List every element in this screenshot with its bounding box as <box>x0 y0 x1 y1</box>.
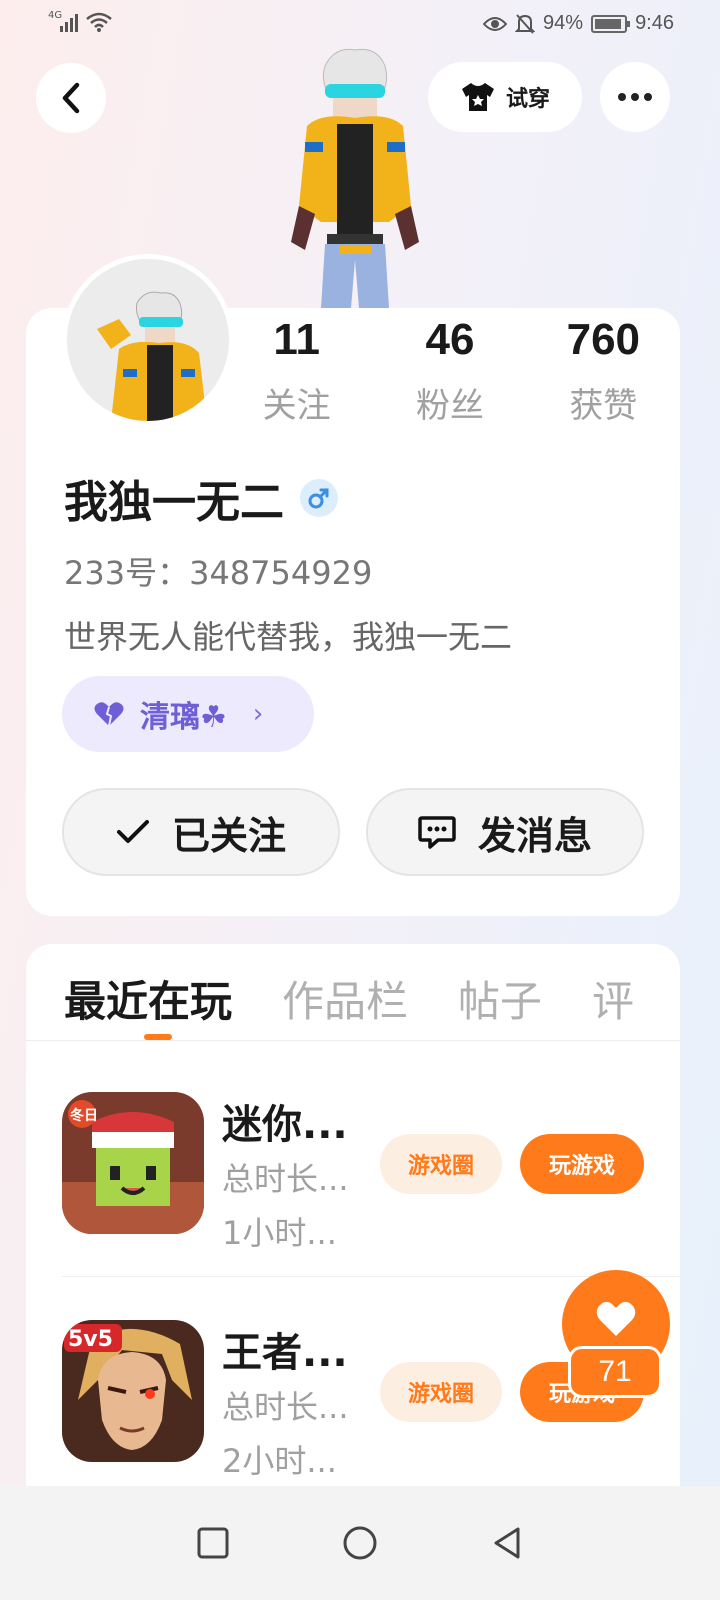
like-count-badge: 71 <box>568 1346 662 1398</box>
game-name: 迷你... <box>222 1102 348 1148</box>
tab-works[interactable]: 作品栏 <box>282 968 408 1029</box>
username-row: 我独一无二 <box>64 466 338 530</box>
signal-icon <box>60 12 78 32</box>
home-icon[interactable] <box>342 1525 378 1561</box>
tab-reviews[interactable]: 评 <box>592 968 634 1029</box>
status-bar: 4G 94% 9:46 <box>0 0 720 48</box>
likes-stat[interactable]: 760 获赞 <box>527 316 680 427</box>
game-list-item[interactable]: 冬日 迷你... 总时长... 1小时... 游戏圈 玩游戏 <box>62 1092 680 1272</box>
try-on-button[interactable]: 试穿 <box>428 62 582 132</box>
fans-label: 粉丝 <box>415 386 484 426</box>
bio: 世界无人能代替我，我独一无二 <box>64 618 513 656</box>
more-dots-icon <box>618 93 626 101</box>
game-circle-button[interactable]: 游戏圈 <box>380 1134 502 1194</box>
group-tag-label: 清璃☘ <box>140 700 227 735</box>
game-icon-honor-of-kings[interactable]: 5v5 <box>62 1320 204 1462</box>
tab-recently-played[interactable]: 最近在玩 <box>64 968 232 1029</box>
likes-label: 获赞 <box>569 386 638 426</box>
game-name: 王者... <box>222 1330 348 1376</box>
back-triangle-icon[interactable] <box>490 1525 524 1561</box>
following-label: 关注 <box>262 386 331 426</box>
game-icon-badge: 冬日 <box>70 1107 98 1124</box>
hero-character-image <box>285 46 425 310</box>
game-playtime-value: 1小时... <box>222 1214 337 1252</box>
battery-icon <box>591 14 631 33</box>
status-left: 4G <box>48 10 112 32</box>
system-nav-bar <box>0 1486 720 1600</box>
chat-bubble-icon <box>418 816 456 849</box>
game-circle-button[interactable]: 游戏圈 <box>380 1362 502 1422</box>
play-game-button[interactable]: 玩游戏 <box>520 1134 644 1194</box>
heart-icon <box>596 1301 636 1336</box>
mute-bell-icon <box>515 13 536 34</box>
eye-icon <box>483 16 508 31</box>
group-tag-chip[interactable]: 清璃☘ › <box>62 676 314 752</box>
wifi-icon <box>86 12 112 32</box>
check-icon <box>116 820 149 843</box>
game-playtime-label: 总时长... <box>222 1160 349 1198</box>
user-id: 233号：348754929 <box>64 554 373 592</box>
send-message-button[interactable]: 发消息 <box>366 788 644 876</box>
fans-stat[interactable]: 46 粉丝 <box>373 316 526 427</box>
profile-stats: 11 关注 46 粉丝 760 获赞 <box>220 316 680 427</box>
likes-count: 760 <box>566 315 641 364</box>
fans-count: 46 <box>425 315 475 364</box>
game-icon-mini-world[interactable]: 冬日 <box>62 1092 204 1234</box>
followed-label: 已关注 <box>171 813 286 858</box>
following-count: 11 <box>273 315 320 364</box>
back-button[interactable] <box>36 63 106 133</box>
tshirt-icon <box>461 83 494 111</box>
male-icon <box>300 479 338 517</box>
recent-apps-icon[interactable] <box>196 1526 230 1560</box>
more-button[interactable] <box>600 62 670 132</box>
following-stat[interactable]: 11 关注 <box>220 316 373 427</box>
avatar[interactable] <box>62 254 234 426</box>
followed-button[interactable]: 已关注 <box>62 788 340 876</box>
clock: 9:46 <box>635 12 674 34</box>
game-icon-badge: 5v5 <box>68 1327 113 1352</box>
heart-split-icon <box>94 702 124 727</box>
back-chevron-icon <box>62 82 80 114</box>
content-card: 最近在玩 作品栏 帖子 评 冬日 迷你... 总时长... 1小时... 游戏圈 <box>26 944 680 1504</box>
chevron-right-icon: › <box>252 699 264 729</box>
tab-posts[interactable]: 帖子 <box>458 968 542 1029</box>
content-tabs: 最近在玩 作品栏 帖子 评 <box>64 968 634 1029</box>
username: 我独一无二 <box>64 477 284 528</box>
network-type: 4G <box>48 10 63 21</box>
battery-percent: 94% <box>543 12 584 34</box>
send-message-label: 发消息 <box>477 813 592 858</box>
try-on-label: 试穿 <box>505 87 550 112</box>
game-playtime-value: 2小时... <box>222 1442 337 1480</box>
status-right: 94% 9:46 <box>483 12 674 35</box>
game-playtime-label: 总时长... <box>222 1388 349 1426</box>
tab-divider <box>26 1040 680 1041</box>
